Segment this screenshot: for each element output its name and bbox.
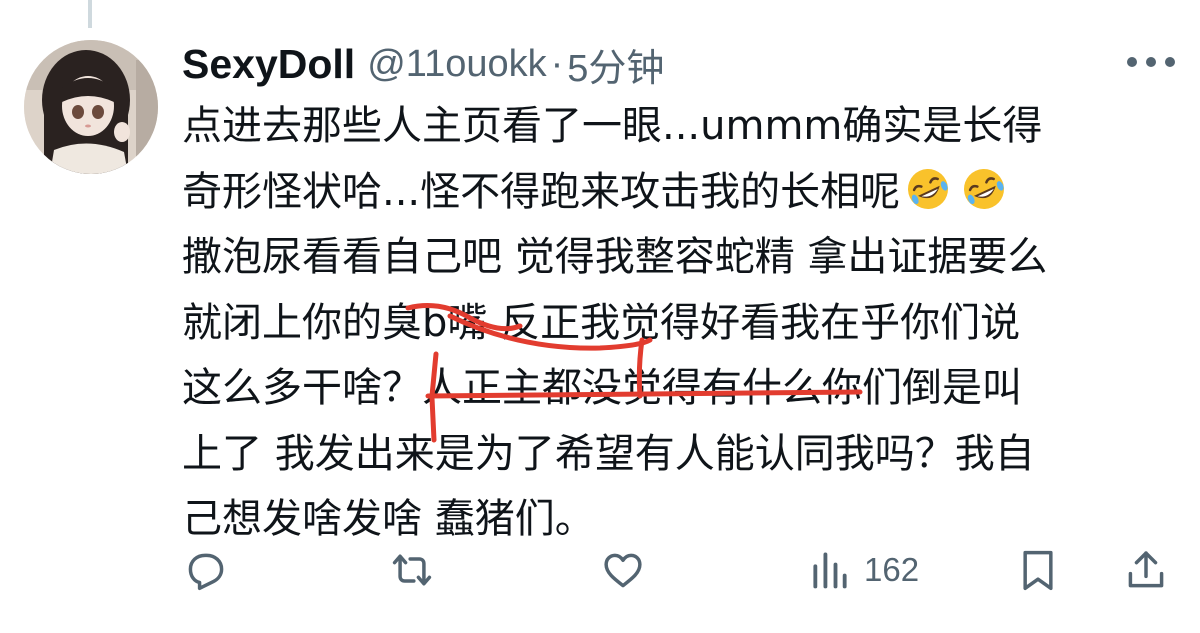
tweet-header: SexyDoll @11ouokk · 5分钟	[182, 36, 664, 92]
timestamp[interactable]: 5分钟	[567, 37, 664, 92]
bookmark-button[interactable]	[1016, 540, 1060, 600]
tweet: SexyDoll @11ouokk · 5分钟 点进去那些人主页看了一眼...u…	[0, 0, 1200, 633]
tweet-text-line-with-emoji: 奇形怪状哈...怪不得跑来攻击我的长相呢	[182, 160, 1142, 226]
bookmark-icon	[1023, 550, 1053, 591]
share-button[interactable]	[1124, 540, 1168, 600]
like-button[interactable]	[600, 540, 646, 600]
tweet-text-line: 撒泡尿看看自己吧 觉得我整容蛇精 拿出证据要么	[182, 234, 1048, 280]
retweet-icon	[392, 554, 432, 586]
views-icon	[813, 552, 847, 589]
tweet-text: 点进去那些人主页看了一眼...ummm确实是长得 奇形怪状哈...怪不得跑来攻击…	[182, 94, 1142, 553]
rofl-emoji-icon	[908, 168, 949, 209]
tweet-text-line: 奇形怪状哈...怪不得跑来攻击我的长相呢	[182, 168, 901, 215]
avatar-image	[24, 40, 158, 174]
retweet-button[interactable]	[388, 540, 436, 600]
reply-button[interactable]	[184, 540, 228, 600]
tweet-text-line: 上了 我发出来是为了希望有人能认同我吗？我自	[182, 430, 1035, 477]
tweet-text-line: 点进去那些人主页看了一眼...ummm确实是长得	[182, 103, 1043, 149]
display-name[interactable]: SexyDoll	[182, 41, 355, 88]
reply-icon	[188, 553, 224, 591]
tweet-text-line: 就闭上你的臭b嘴 反正我觉得好看我在乎你们说	[182, 299, 1021, 346]
more-options-icon[interactable]	[1126, 56, 1176, 68]
avatar[interactable]	[24, 40, 158, 174]
views-button[interactable]: 162	[808, 540, 919, 600]
tweet-text-line: 这么多干啥？人正主都没觉得有什么你们倒是叫	[182, 365, 1022, 411]
tweet-actions: 162	[0, 540, 1200, 600]
rofl-emoji-icon	[964, 168, 1005, 209]
like-icon	[604, 553, 642, 588]
separator-dot: ·	[550, 42, 564, 85]
share-icon	[1128, 551, 1164, 588]
user-handle[interactable]: @11ouokk	[367, 43, 546, 86]
views-count: 162	[864, 551, 920, 588]
thread-connector-line	[88, 0, 92, 28]
